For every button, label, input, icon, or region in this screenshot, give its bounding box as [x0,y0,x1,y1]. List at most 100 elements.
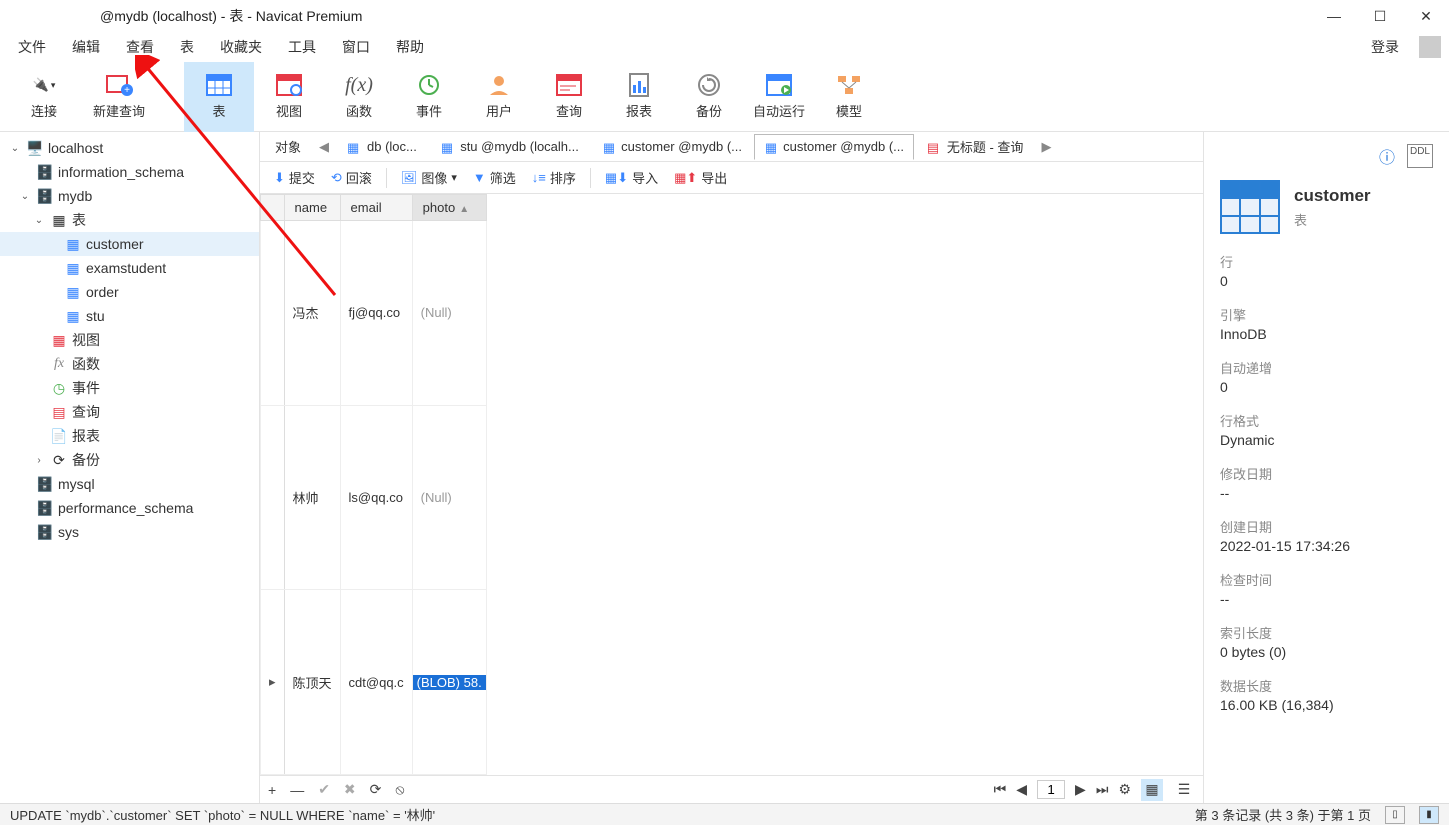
cell-photo[interactable]: (Null) [412,221,486,406]
btn-sort[interactable]: ↓≡排序 [526,165,582,190]
info-icon[interactable]: ⓘ [1379,144,1395,168]
tab-scroll-left[interactable]: ◀ [314,139,334,155]
tool-model[interactable]: 模型 [814,62,884,132]
tree-table-examstudent[interactable]: ▦examstudent [0,256,259,280]
pager-add[interactable]: + [268,782,276,798]
pager-first[interactable]: ⏮ [994,781,1007,798]
cell-name[interactable]: 林帅 [284,405,340,590]
tool-backup[interactable]: 备份 [674,62,744,132]
cell-email[interactable]: cdt@qq.c [340,590,412,775]
window-minimize[interactable]: ― [1311,0,1357,32]
tree-reports[interactable]: 📄报表 [0,424,259,448]
menu-table[interactable]: 表 [170,33,204,61]
cell-photo[interactable]: (Null) [412,405,486,590]
login-link[interactable]: 登录 [1363,33,1407,61]
menu-file[interactable]: 文件 [8,33,56,61]
tool-table[interactable]: 表 [184,62,254,132]
tree-functions[interactable]: fx函数 [0,352,259,376]
pager-commit[interactable]: ✔ [318,781,330,798]
tool-newquery[interactable]: + 新建查询 [84,62,154,132]
menu-view[interactable]: 查看 [116,33,164,61]
menu-edit[interactable]: 编辑 [62,33,110,61]
pager-refresh[interactable]: ⟳ [370,781,382,798]
tree-queries[interactable]: ▤查询 [0,400,259,424]
tab-label: 无标题 - 查询 [947,137,1024,156]
table-row[interactable]: 林帅 ls@qq.co (Null) [261,405,487,590]
view-form-button[interactable]: ☰ [1173,779,1195,801]
tree-views[interactable]: ▦视图 [0,328,259,352]
window-maximize[interactable]: ☐ [1357,0,1403,32]
tree-table-customer[interactable]: ▦customer [0,232,259,256]
tree-table-stu[interactable]: ▦stu [0,304,259,328]
window-close[interactable]: ✕ [1403,0,1449,32]
tree-db-perf[interactable]: 🗄️performance_schema [0,496,259,520]
tab-1[interactable]: ▦db (loc... [336,134,428,160]
tool-connect[interactable]: 🔌▾ 连接 [4,62,84,132]
avatar-placeholder[interactable] [1419,36,1441,58]
data-grid: name email photo▲ 冯杰 fj@qq.co (Null) 林帅 [260,194,1203,775]
tree-db-mysql[interactable]: 🗄️mysql [0,472,259,496]
tree-backups[interactable]: ›⟳备份 [0,448,259,472]
btn-rollback[interactable]: ⟲回滚 [325,165,378,190]
cell-photo[interactable]: (BLOB) 58. [412,590,486,775]
tool-autorun[interactable]: 自动运行 [744,62,814,132]
btn-import[interactable]: ▦⬇导入 [599,165,664,190]
btn-image[interactable]: 🖼图像▾ [395,165,463,190]
pager-page-input[interactable] [1037,780,1065,799]
tree-db-mydb[interactable]: ⌄🗄️mydb [0,184,259,208]
col-email[interactable]: email [340,195,412,221]
tab-4-active[interactable]: ▦customer @mydb (... [754,134,914,160]
tree-label: stu [86,308,105,324]
table-row[interactable]: ▸ 陈顶天 cdt@qq.c (BLOB) 58. [261,590,487,775]
cell-name[interactable]: 冯杰 [284,221,340,406]
tool-query[interactable]: 查询 [534,62,604,132]
cell-email[interactable]: fj@qq.co [340,221,412,406]
tab-label: stu @mydb (localh... [460,139,579,154]
menu-help[interactable]: 帮助 [386,33,434,61]
layout-btn-1[interactable]: ▯ [1385,806,1405,824]
tree-db-info[interactable]: 🗄️information_schema [0,160,259,184]
null-value: (Null) [421,490,452,505]
pager-settings[interactable]: ⚙ [1118,781,1131,798]
tool-user[interactable]: 用户 [464,62,534,132]
btn-filter[interactable]: ▼筛选 [467,165,522,190]
tree-label: 查询 [72,402,100,422]
tab-objects[interactable]: 对象 [264,134,312,160]
layout-btn-2[interactable]: ▮ [1419,806,1439,824]
menu-window[interactable]: 窗口 [332,33,380,61]
cell-name[interactable]: 陈顶天 [284,590,340,775]
col-name[interactable]: name [284,195,340,221]
row-marker-current: ▸ [261,590,285,775]
tab-2[interactable]: ▦stu @mydb (localh... [430,134,590,160]
tab-5[interactable]: ▤无标题 - 查询 [916,134,1035,160]
tree-label: mysql [58,476,95,492]
tree-events[interactable]: ◷事件 [0,376,259,400]
report-icon: 📄 [50,428,68,445]
tool-report[interactable]: 报表 [604,62,674,132]
menu-tools[interactable]: 工具 [278,33,326,61]
tree-host[interactable]: ⌄🖥️localhost [0,136,259,160]
tool-view[interactable]: 视图 [254,62,324,132]
tab-3[interactable]: ▦customer @mydb (... [592,134,752,160]
tool-event[interactable]: 事件 [394,62,464,132]
pager-delete[interactable]: — [290,782,304,798]
view-grid-button[interactable]: ▦ [1141,779,1163,801]
tree-table-order[interactable]: ▦order [0,280,259,304]
menu-favorites[interactable]: 收藏夹 [210,33,272,61]
tree-tables[interactable]: ⌄▦表 [0,208,259,232]
tree-db-sys[interactable]: 🗄️sys [0,520,259,544]
pager-next[interactable]: ▶ [1075,781,1086,798]
tool-function[interactable]: f(x) 函数 [324,62,394,132]
pager-cancel[interactable]: ✖ [344,781,356,798]
ddl-icon[interactable]: DDL [1407,144,1433,168]
pager-last[interactable]: ⏭ [1096,781,1109,798]
cell-email[interactable]: ls@qq.co [340,405,412,590]
tab-scroll-right[interactable]: ▶ [1036,139,1056,155]
table-row[interactable]: 冯杰 fj@qq.co (Null) [261,221,487,406]
tool-backup-label: 备份 [696,101,722,120]
col-photo[interactable]: photo▲ [412,195,486,221]
btn-export[interactable]: ▦⬆导出 [668,165,733,190]
pager-prev[interactable]: ◀ [1016,781,1027,798]
pager-stop[interactable]: ⦸ [395,781,404,798]
btn-commit[interactable]: ⬇︎提交 [268,165,321,190]
